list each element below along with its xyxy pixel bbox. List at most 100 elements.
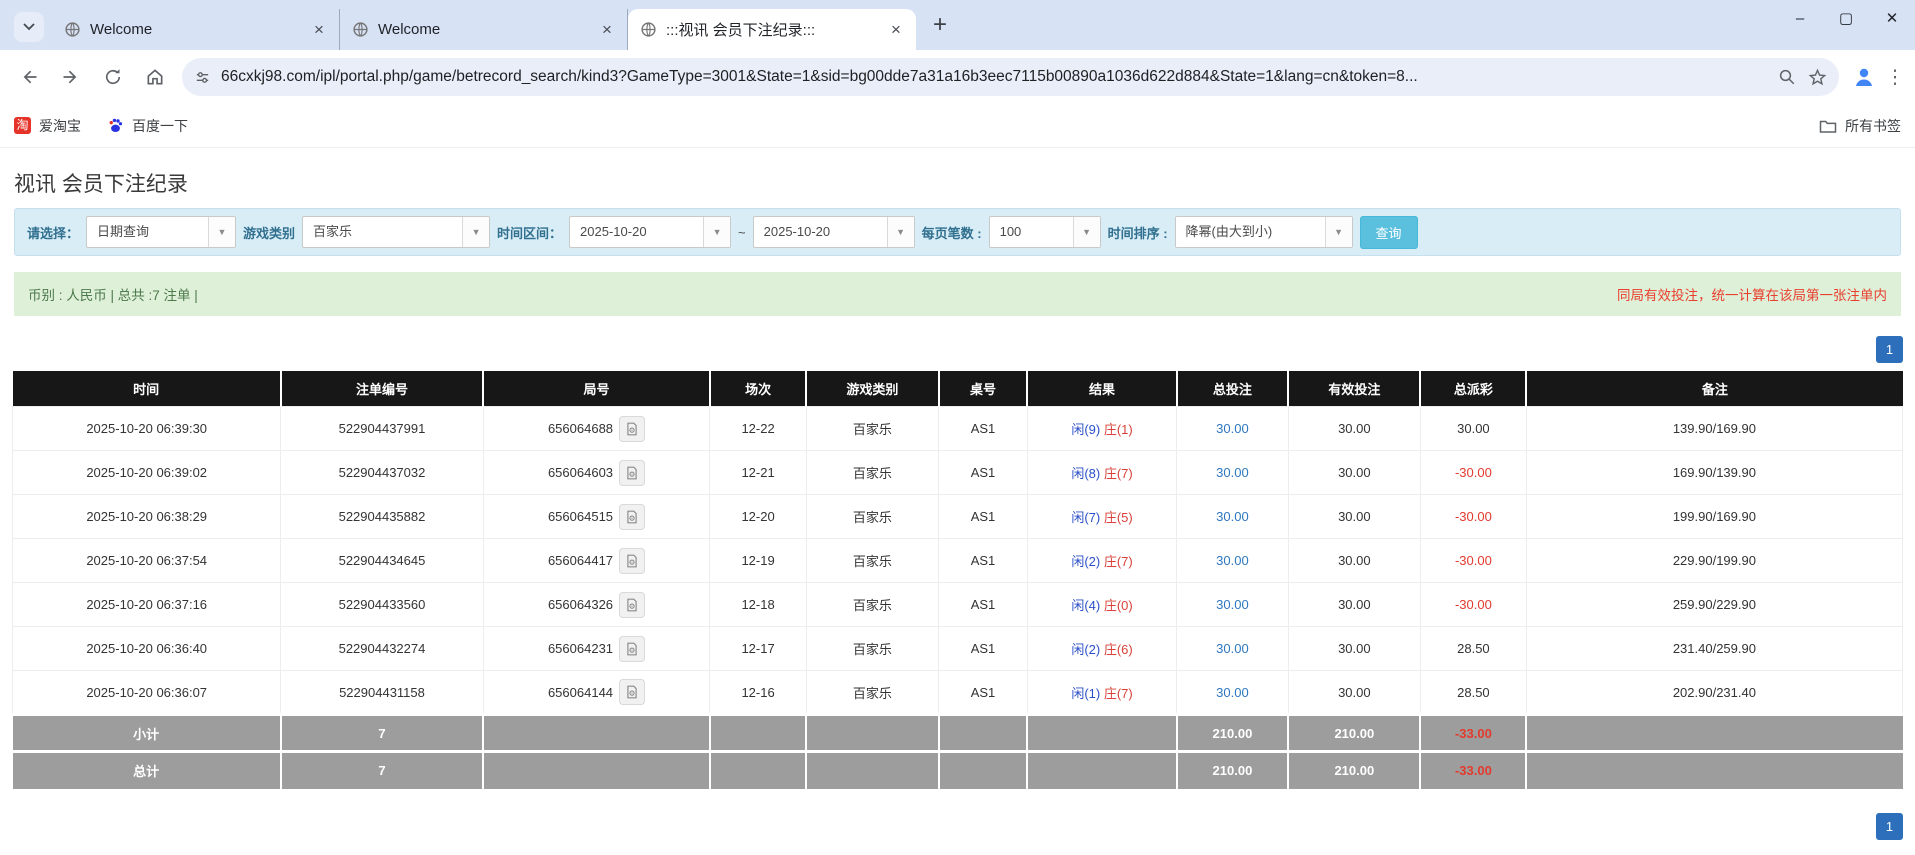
- home-button[interactable]: [136, 58, 174, 96]
- video-replay-icon[interactable]: [619, 504, 645, 530]
- cell-session: 12-18: [710, 583, 806, 627]
- tab-close-icon[interactable]: ×: [597, 20, 617, 40]
- search-button[interactable]: 查询: [1360, 216, 1418, 249]
- star-icon: [1808, 68, 1827, 87]
- cell-payout: -30.00: [1420, 495, 1526, 539]
- subtotal-payout: -33.00: [1420, 715, 1526, 752]
- tab-welcome-2[interactable]: Welcome ×: [340, 9, 628, 50]
- bookmark-baidu[interactable]: 百度一下: [107, 116, 188, 136]
- cell-result: 闲(2) 庄(6): [1027, 627, 1176, 671]
- cell-valid-bet: 30.00: [1288, 495, 1420, 539]
- maximize-button[interactable]: ▢: [1823, 0, 1869, 36]
- sort-select[interactable]: 降幂(由大到小) ▼: [1175, 216, 1353, 248]
- back-button[interactable]: [10, 58, 48, 96]
- bookmark-taobao[interactable]: 淘 爱淘宝: [14, 116, 81, 136]
- video-replay-icon[interactable]: [619, 679, 645, 705]
- minimize-button[interactable]: –: [1777, 0, 1823, 36]
- total-bet-link[interactable]: 30.00: [1216, 685, 1249, 700]
- total-bet-link[interactable]: 30.00: [1216, 421, 1249, 436]
- total-bet-link[interactable]: 30.00: [1216, 597, 1249, 612]
- cell-table: AS1: [939, 583, 1028, 627]
- video-replay-icon[interactable]: [619, 460, 645, 486]
- page-size-label: 每页笔数 :: [922, 223, 982, 242]
- cell-session: 12-21: [710, 451, 806, 495]
- cell-remark: 169.90/139.90: [1526, 451, 1902, 495]
- cell-session: 12-17: [710, 627, 806, 671]
- browser-menu-button[interactable]: ⋮: [1883, 66, 1907, 89]
- cell-time: 2025-10-20 06:36:07: [13, 671, 281, 715]
- home-icon: [145, 67, 165, 87]
- tab-close-icon[interactable]: ×: [309, 20, 329, 40]
- page-size-select[interactable]: 100 ▼: [989, 216, 1101, 248]
- table-header-row: 时间 注单编号 局号 场次 游戏类别 桌号 结果 总投注 有效投注 总派彩 备注: [13, 371, 1903, 407]
- cell-payout: -30.00: [1420, 539, 1526, 583]
- game-type-select[interactable]: 百家乐 ▼: [302, 216, 490, 248]
- col-header-game-type: 游戏类别: [806, 371, 938, 407]
- table-row: 2025-10-20 06:38:29 522904435882 6560645…: [13, 495, 1903, 539]
- chevron-down-icon: ▼: [462, 217, 489, 247]
- reload-button[interactable]: [94, 58, 132, 96]
- cell-total-bet: 30.00: [1177, 495, 1289, 539]
- date-from-select[interactable]: 2025-10-20 ▼: [569, 216, 731, 248]
- tab-close-icon[interactable]: ×: [886, 20, 906, 40]
- browser-toolbar: 66cxkj98.com/ipl/portal.php/game/betreco…: [0, 50, 1915, 104]
- cell-time: 2025-10-20 06:38:29: [13, 495, 281, 539]
- all-bookmarks-label: 所有书签: [1845, 116, 1901, 136]
- cell-round: 656064326: [483, 583, 710, 627]
- col-header-bet-id: 注单编号: [281, 371, 483, 407]
- total-count: 7: [281, 752, 483, 789]
- new-tab-button[interactable]: +: [926, 12, 954, 40]
- video-replay-icon[interactable]: [619, 636, 645, 662]
- query-type-select[interactable]: 日期查询 ▼: [86, 216, 236, 248]
- sort-label: 时间排序 :: [1108, 223, 1168, 242]
- zoom-button[interactable]: [1778, 68, 1796, 86]
- top-pagination: 1: [12, 336, 1903, 363]
- site-info-button[interactable]: [194, 69, 211, 86]
- col-header-payout: 总派彩: [1420, 371, 1526, 407]
- total-bet-link[interactable]: 30.00: [1216, 509, 1249, 524]
- page-1-button[interactable]: 1: [1876, 336, 1903, 363]
- total-bet-link[interactable]: 30.00: [1216, 465, 1249, 480]
- table-row: 2025-10-20 06:36:40 522904432274 6560642…: [13, 627, 1903, 671]
- cell-total-bet: 30.00: [1177, 539, 1289, 583]
- cell-table: AS1: [939, 407, 1028, 451]
- total-bet-link[interactable]: 30.00: [1216, 641, 1249, 656]
- close-button[interactable]: ✕: [1869, 0, 1915, 36]
- all-bookmarks-button[interactable]: 所有书签: [1819, 116, 1901, 136]
- cell-time: 2025-10-20 06:39:30: [13, 407, 281, 451]
- cell-game-type: 百家乐: [806, 583, 938, 627]
- cell-remark: 139.90/169.90: [1526, 407, 1902, 451]
- cell-result: 闲(2) 庄(7): [1027, 539, 1176, 583]
- cell-session: 12-16: [710, 671, 806, 715]
- tab-search-button[interactable]: [14, 12, 44, 42]
- cell-time: 2025-10-20 06:39:02: [13, 451, 281, 495]
- chevron-down-icon: ▼: [208, 217, 235, 247]
- total-valid-bet: 210.00: [1288, 752, 1420, 789]
- subtotal-valid-bet: 210.00: [1288, 715, 1420, 752]
- cell-result: 闲(7) 庄(5): [1027, 495, 1176, 539]
- address-bar[interactable]: 66cxkj98.com/ipl/portal.php/game/betreco…: [182, 58, 1839, 96]
- tab-bet-records[interactable]: :::视讯 会员下注纪录::: ×: [628, 9, 916, 50]
- page-1-button[interactable]: 1: [1876, 813, 1903, 840]
- cell-table: AS1: [939, 627, 1028, 671]
- total-total-bet: 210.00: [1177, 752, 1289, 789]
- date-to-select[interactable]: 2025-10-20 ▼: [753, 216, 915, 248]
- cell-payout: -30.00: [1420, 583, 1526, 627]
- forward-button[interactable]: [52, 58, 90, 96]
- subtotal-count: 7: [281, 715, 483, 752]
- table-row: 2025-10-20 06:39:02 522904437032 6560646…: [13, 451, 1903, 495]
- cell-result: 闲(1) 庄(7): [1027, 671, 1176, 715]
- globe-icon: [640, 21, 657, 38]
- tab-welcome-1[interactable]: Welcome ×: [52, 9, 340, 50]
- cell-valid-bet: 30.00: [1288, 539, 1420, 583]
- profile-button[interactable]: [1845, 58, 1883, 96]
- total-row: 总计 7 210.00 210.00 -33.00: [13, 752, 1903, 789]
- bookmark-star-button[interactable]: [1808, 68, 1827, 87]
- video-replay-icon[interactable]: [619, 592, 645, 618]
- video-replay-icon[interactable]: [619, 416, 645, 442]
- total-label: 总计: [13, 752, 281, 789]
- cell-bet-id: 522904431158: [281, 671, 483, 715]
- folder-icon: [1819, 118, 1837, 134]
- video-replay-icon[interactable]: [619, 548, 645, 574]
- total-bet-link[interactable]: 30.00: [1216, 553, 1249, 568]
